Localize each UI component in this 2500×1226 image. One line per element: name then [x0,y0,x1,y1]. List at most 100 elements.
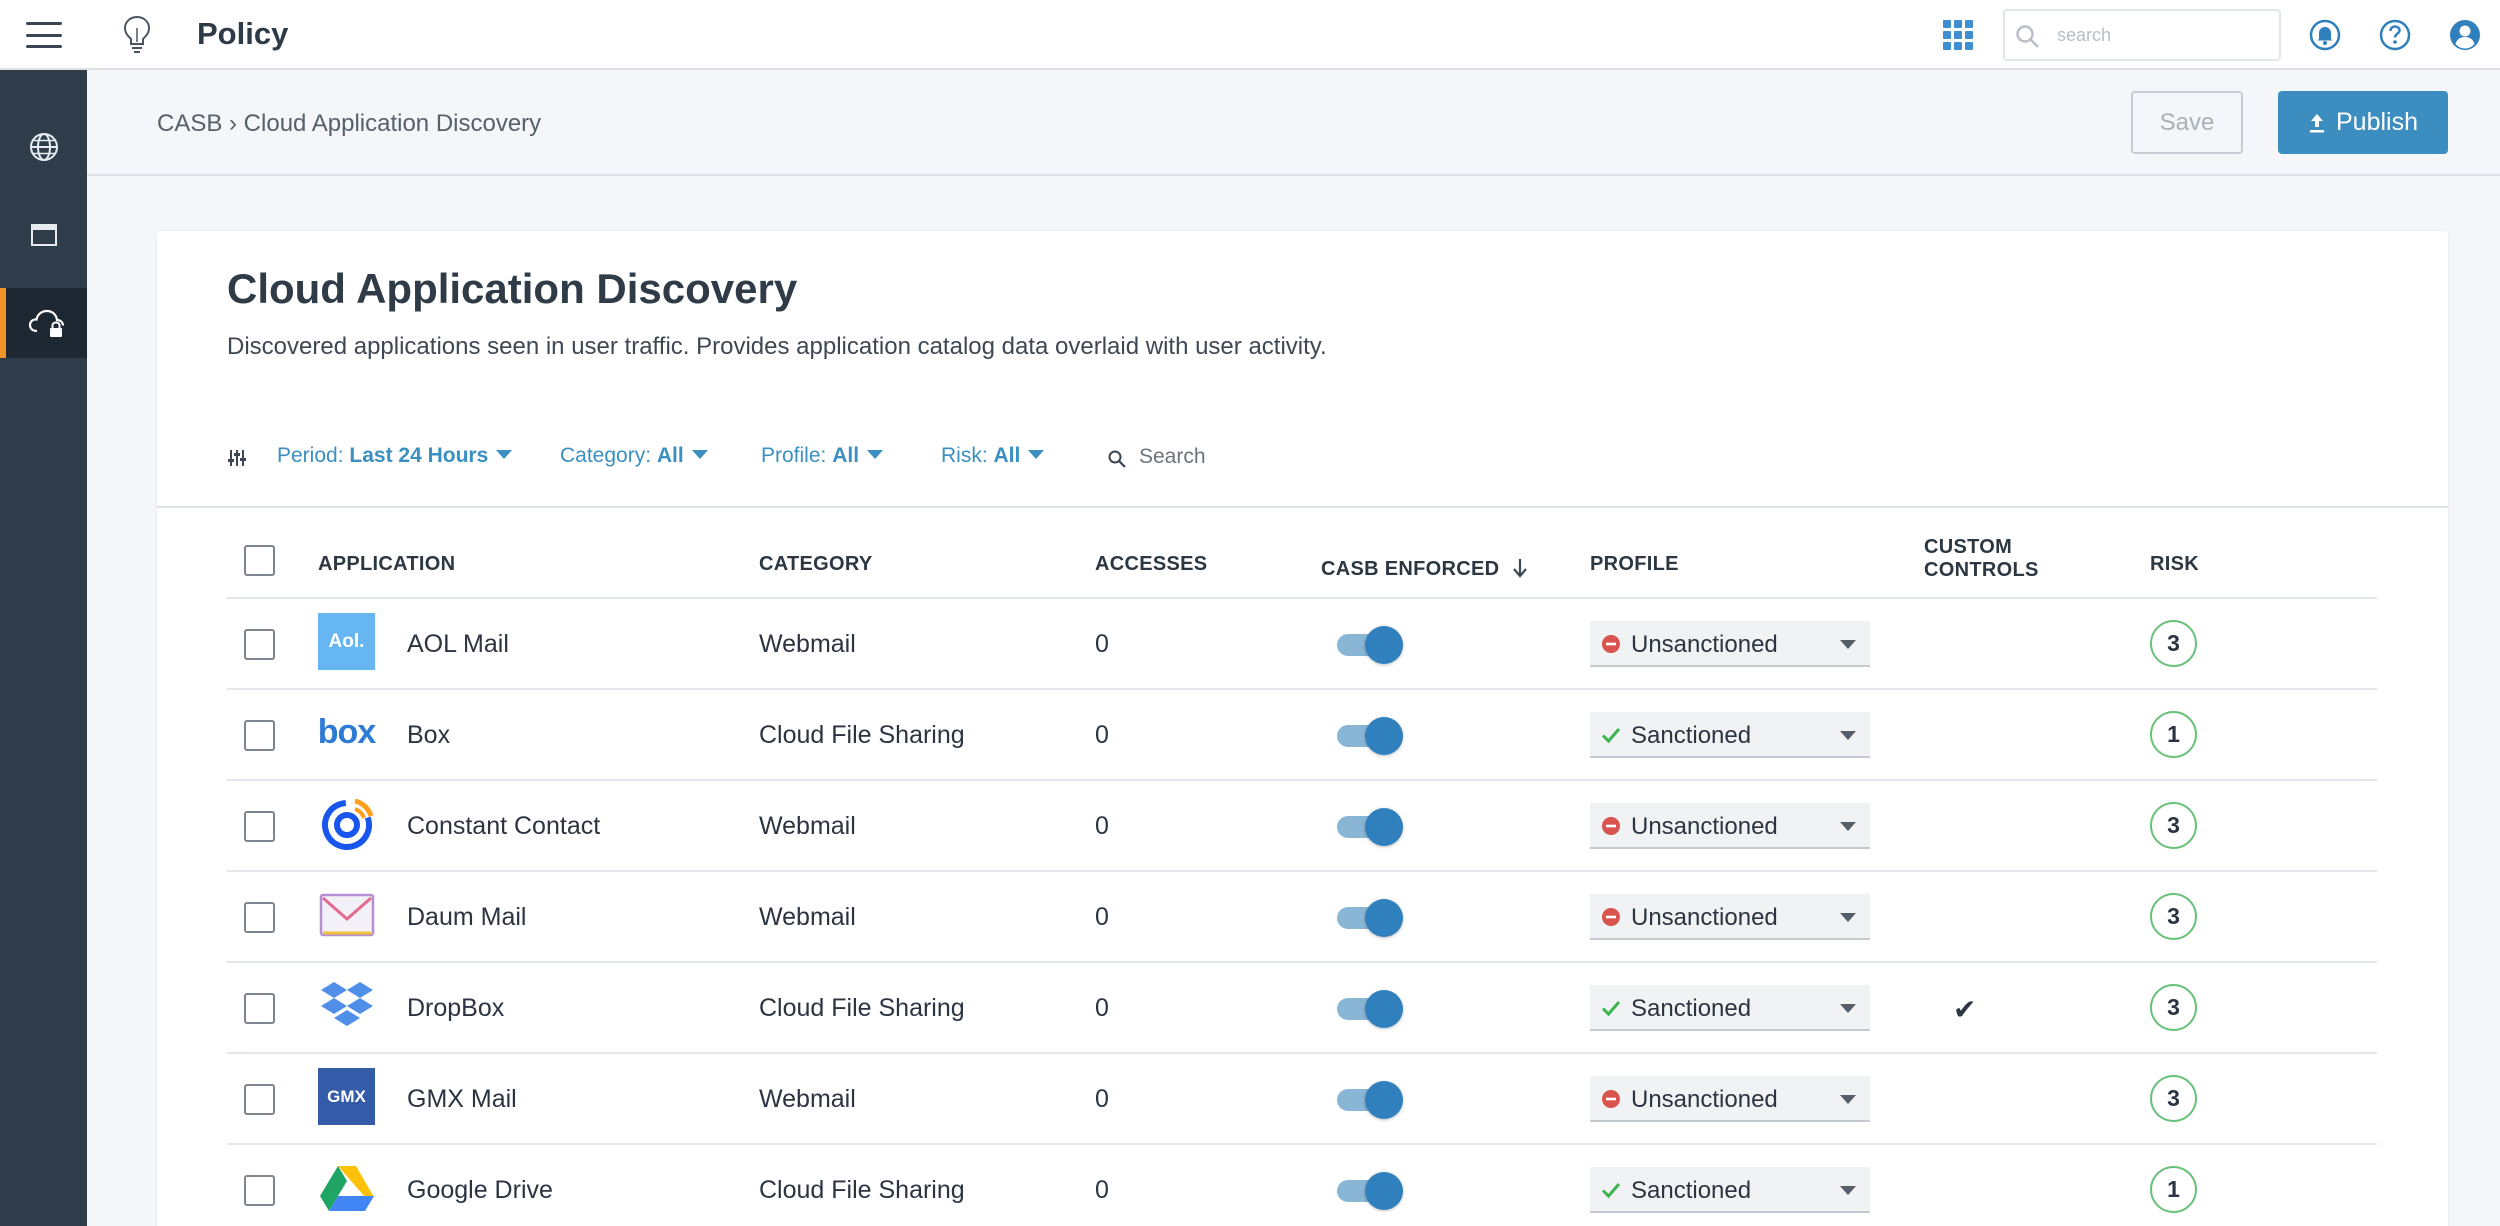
profile-select[interactable]: Unsanctioned [1590,1076,1870,1122]
period-filter-value: Last 24 Hours [349,444,489,467]
column-header-accesses[interactable]: ACCESSES [1095,553,1207,576]
breadcrumb[interactable]: CASB › Cloud Application Discovery [157,110,541,138]
casb-enforced-toggle[interactable] [1337,717,1403,755]
table-row[interactable]: box Box Cloud File Sharing 0 Sanctioned … [227,688,2377,779]
column-header-custom-controls[interactable]: CUSTOM CONTROLS [1924,536,2039,582]
app-category: Webmail [759,903,856,931]
app-accesses: 0 [1095,721,1109,749]
sort-descending-icon[interactable] [1511,557,1529,579]
app-category: Cloud File Sharing [759,721,965,749]
profile-value: Unsanctioned [1631,904,1778,931]
row-checkbox[interactable] [244,1175,275,1206]
chevron-down-icon [1840,822,1856,831]
table-search[interactable] [1107,442,1367,474]
nav-item-window[interactable] [0,200,87,270]
profile-select[interactable]: Sanctioned [1590,1167,1870,1213]
save-button[interactable]: Save [2131,91,2243,154]
casb-enforced-toggle[interactable] [1337,1081,1403,1119]
checkmark-icon [1601,728,1621,744]
profile-select[interactable]: Unsanctioned [1590,621,1870,667]
table-row[interactable]: Constant Contact Webmail 0 Unsanctioned … [227,779,2377,870]
aol-logo-text: Aol. [328,630,365,652]
row-checkbox[interactable] [244,811,275,842]
category-filter[interactable]: Category: All [560,444,708,468]
column-header-application[interactable]: APPLICATION [318,553,455,576]
casb-enforced-toggle[interactable] [1337,626,1403,664]
casb-enforced-toggle[interactable] [1337,1172,1403,1210]
table-row[interactable]: Google Drive Cloud File Sharing 0 Sancti… [227,1143,2377,1226]
publish-button[interactable]: Publish [2278,91,2448,154]
profile-filter-label: Profile: [761,444,827,467]
app-name[interactable]: Box [407,721,450,750]
publish-button-label: Publish [2336,108,2418,136]
casb-enforced-toggle[interactable] [1337,990,1403,1028]
app-name[interactable]: Google Drive [407,1176,553,1205]
column-header-risk[interactable]: RISK [2150,553,2199,576]
table-row[interactable]: GMX GMX Mail Webmail 0 Unsanctioned 3 [227,1052,2377,1143]
nav-item-casb[interactable] [0,288,87,358]
period-filter-label: Period: [277,444,344,467]
global-search-input[interactable] [2057,21,2272,49]
chevron-down-icon [1840,1186,1856,1195]
chevron-down-icon [1028,449,1045,459]
row-checkbox[interactable] [244,993,275,1024]
chevron-down-icon [1840,1004,1856,1013]
chevron-down-icon [691,449,708,459]
app-accesses: 0 [1095,903,1109,931]
select-all-checkbox[interactable] [244,545,275,576]
profile-value: Unsanctioned [1631,1086,1778,1113]
lightbulb-icon [123,15,151,53]
cloud-lock-icon [28,309,64,337]
row-checkbox[interactable] [244,1084,275,1115]
global-search[interactable] [2003,9,2281,61]
app-name[interactable]: Constant Contact [407,812,600,841]
filter-bar: Period: Last 24 Hours Category: All Prof… [227,444,2327,474]
risk-badge: 3 [2150,984,2197,1031]
risk-badge: 3 [2150,620,2197,667]
chevron-down-icon [1840,1095,1856,1104]
row-checkbox[interactable] [244,629,275,660]
apps-grid-icon[interactable] [1943,20,1973,50]
casb-enforced-toggle[interactable] [1337,899,1403,937]
checkmark-icon [1601,1001,1621,1017]
casb-enforced-toggle[interactable] [1337,808,1403,846]
app-name[interactable]: AOL Mail [407,630,509,659]
row-checkbox[interactable] [244,720,275,751]
table-search-input[interactable] [1139,444,1359,470]
risk-filter-label: Risk: [941,444,988,467]
app-category: Webmail [759,812,856,840]
row-checkbox[interactable] [244,902,275,933]
app-name[interactable]: Daum Mail [407,903,526,932]
profile-select[interactable]: Unsanctioned [1590,803,1870,849]
unsanctioned-icon [1602,817,1620,835]
table-row[interactable]: Aol. AOL Mail Webmail 0 Unsanctioned 3 [227,597,2377,688]
search-icon [2016,25,2039,48]
notification-icon[interactable] [2308,18,2342,52]
table-row[interactable]: Daum Mail Webmail 0 Unsanctioned 3 [227,870,2377,961]
column-header-casb-enforced[interactable]: CASB ENFORCED [1321,553,1529,581]
profile-select[interactable]: Unsanctioned [1590,894,1870,940]
profile-filter[interactable]: Profile: All [761,444,884,468]
profile-select[interactable]: Sanctioned [1590,712,1870,758]
profile-select[interactable]: Sanctioned [1590,985,1870,1031]
help-icon[interactable] [2378,18,2412,52]
risk-filter[interactable]: Risk: All [941,444,1045,468]
unsanctioned-icon [1602,635,1620,653]
profile-filter-value: All [832,444,860,467]
gmx-logo: GMX [318,1068,375,1125]
period-filter[interactable]: Period: Last 24 Hours [277,444,513,468]
user-icon[interactable] [2448,18,2482,52]
chevron-down-icon [1840,731,1856,740]
divider [157,506,2448,508]
nav-item-global[interactable] [0,112,87,182]
profile-value: Sanctioned [1631,722,1752,749]
menu-icon[interactable] [26,22,62,48]
app-name[interactable]: GMX Mail [407,1085,517,1114]
app-category: Webmail [759,630,856,658]
gmx-logo-text: GMX [327,1086,366,1106]
app-name[interactable]: DropBox [407,994,504,1023]
table-row[interactable]: DropBox Cloud File Sharing 0 Sanctioned … [227,961,2377,1052]
filter-settings-icon[interactable] [227,447,247,469]
column-header-profile[interactable]: PROFILE [1590,553,1679,576]
column-header-category[interactable]: CATEGORY [759,553,873,576]
